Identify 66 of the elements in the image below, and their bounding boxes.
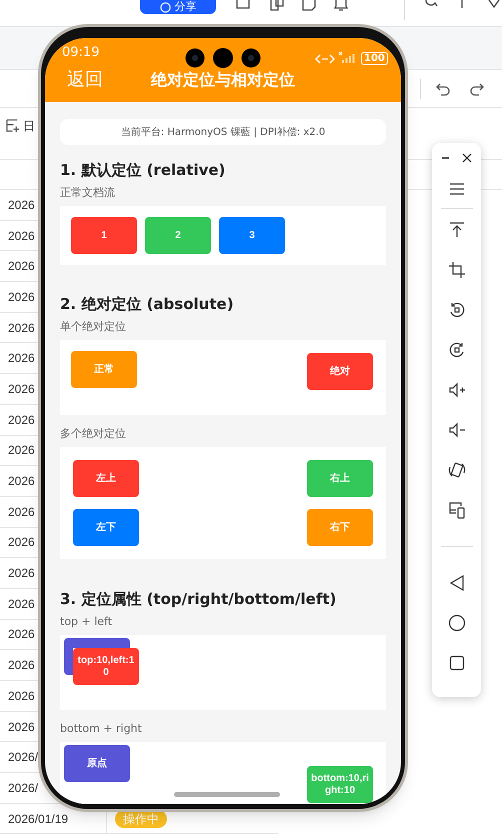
positioned-box: 正常 [71,351,137,388]
date-cell-text: 2026 [8,534,35,552]
copy-icon[interactable] [270,0,284,12]
positioned-box: 1 [71,217,137,254]
rotate-left-icon[interactable] [448,301,466,319]
positioned-box: 左下 [73,509,139,546]
date-cell-text: 2026 [8,626,35,644]
date-cell-text: 2026 [8,504,35,521]
redo-icon[interactable] [470,82,484,96]
recents-icon[interactable] [448,654,466,672]
close-icon[interactable] [462,153,472,163]
date-cell-text: 2026 [8,657,35,674]
date-cell-text: 2026/ [8,749,38,766]
link-icon [315,54,335,64]
date-cell-text: 2026 [8,718,35,736]
date-cell-text: 2026 [8,442,35,460]
battery-icon: 100 [361,52,388,65]
devices-icon[interactable] [448,501,466,519]
date-cell-text: 2026 [8,288,35,306]
date-cell-text: 2026 [8,412,35,429]
date-cell-text: 2026 [8,258,35,276]
clock: 09:19 [62,46,100,60]
positioned-box: 原点 [64,745,130,782]
positioned-box: 绝对 [307,353,373,390]
volume-up-icon[interactable] [448,381,466,399]
page-title: 绝对定位与相对定位 [151,70,295,90]
date-cell-text: 2026/ [8,780,38,797]
positioned-box: bottom:10,right:10 [307,766,373,803]
demo-label: 多个绝对定位 [60,427,127,440]
section-heading: 1. 默认定位 (relative) [60,160,226,180]
volume-down-icon[interactable] [448,421,466,439]
positioned-box: 3 [219,217,285,254]
signal-icon [338,51,356,63]
demo-label: 正常文档流 [60,186,116,199]
section-heading: 2. 绝对定位 (absolute) [60,294,235,314]
crop-icon[interactable] [448,261,466,279]
section-heading: 3. 定位属性 (top/right/bottom/left) [60,589,338,609]
positioned-box: 右上 [307,460,373,497]
date-cell-text: 2026 [8,688,35,705]
date-cell-text: 2026 [8,196,35,214]
date-cell-text: 2026 [8,565,35,582]
rotate-right-icon[interactable] [448,341,466,359]
home-icon[interactable] [448,614,466,632]
positioned-box: 2 [145,217,211,254]
add-column-icon[interactable] [6,119,20,133]
date-cell-text: 2026 [8,350,35,368]
document-icon[interactable] [302,0,316,12]
demo-label: bottom + right [60,722,143,735]
date-cell-text: 2026 [8,380,35,398]
date-cell-text: 2026 [8,596,35,613]
share-button[interactable]: 分享 [140,0,216,14]
positioned-box: top:10,left:10 [73,648,139,685]
date-cell-text: 2026 [8,320,35,337]
demo-label: 单个绝对定位 [60,320,127,333]
platform-card: 当前平台: HarmonyOS 锞藍 | DPI补偿: x2.0 [60,119,386,145]
demo-label: top + left [60,615,114,628]
shake-phone-icon[interactable] [448,461,466,479]
undo-icon[interactable] [436,82,450,96]
date-cell-text: 2026/01/19 [8,810,68,828]
pin-to-top-icon[interactable] [448,221,466,239]
positioned-box: 右下 [307,509,373,546]
back-icon[interactable] [448,574,466,592]
date-cell-text: 2026 [8,228,35,245]
date-cell-text: 2026 [8,473,35,490]
positioned-box: 左上 [73,460,139,497]
column-label: 日 [23,119,35,133]
